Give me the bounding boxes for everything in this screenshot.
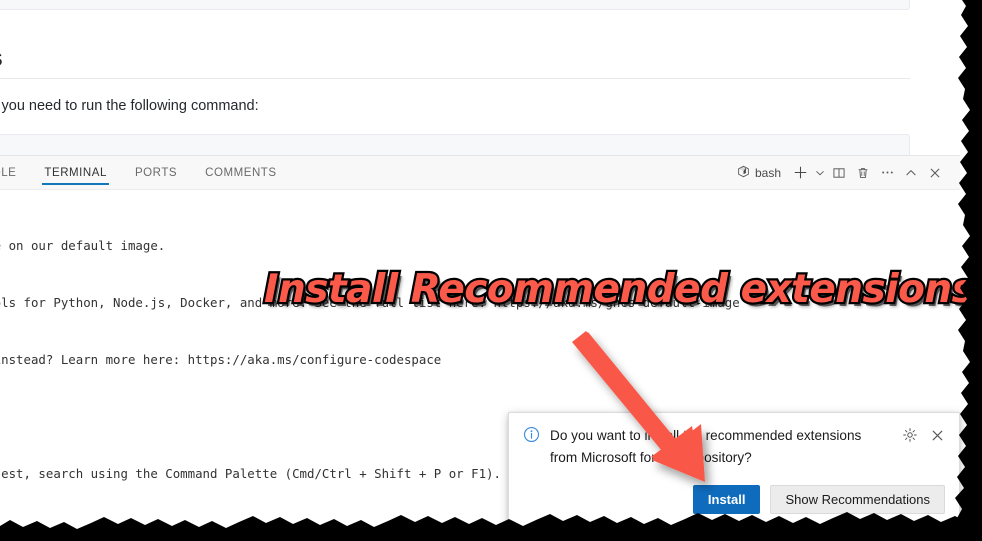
code-block-top: [0, 0, 910, 10]
split-terminal-button[interactable]: [828, 162, 850, 184]
code-block-bottom: [0, 134, 910, 155]
tab-comments[interactable]: COMMENTS: [191, 156, 290, 189]
panel-tab-list: BUG CONSOLE TERMINAL PORTS COMMENTS: [0, 156, 291, 189]
markdown-preview-pane: encies d-mail you need to run the follow…: [0, 0, 960, 155]
close-panel-button[interactable]: [924, 162, 946, 184]
show-recommendations-button[interactable]: Show Recommendations: [770, 485, 945, 514]
terminal-line: n image instead? Learn more here: https:…: [0, 352, 442, 367]
preview-divider: [0, 78, 910, 79]
panel-more-actions-button[interactable]: [876, 162, 898, 184]
notification-message: Do you want to install the recommended e…: [550, 428, 862, 465]
tab-debug-console[interactable]: BUG CONSOLE: [0, 156, 30, 189]
notification-tools: [902, 427, 945, 443]
active-terminal-label: bash: [754, 165, 781, 180]
notification-toast: Do you want to install the recommended e…: [508, 412, 960, 527]
active-terminal-chip[interactable]: bash: [731, 165, 787, 181]
info-icon: [523, 426, 540, 448]
panel-header: BUG CONSOLE TERMINAL PORTS COMMENTS bash: [0, 156, 960, 190]
terminal-line: ! You are on our default image.: [0, 238, 166, 253]
preview-paragraph: d-mail you need to run the following com…: [0, 98, 259, 114]
close-icon[interactable]: [930, 428, 945, 443]
tab-terminal[interactable]: TERMINAL: [30, 156, 121, 189]
panel-actions: bash: [731, 156, 960, 189]
notification-buttons: Install Show Recommendations: [523, 485, 945, 514]
preview-heading: encies: [0, 44, 3, 73]
terminal-profile-dropdown[interactable]: [813, 162, 826, 184]
notification-body: Do you want to install the recommended e…: [523, 425, 945, 469]
kill-terminal-button[interactable]: [852, 162, 874, 184]
gear-icon[interactable]: [902, 427, 918, 443]
maximize-panel-button[interactable]: [900, 162, 922, 184]
terminal-line: s and tools for Python, Node.js, Docker,…: [0, 295, 740, 310]
tab-ports[interactable]: PORTS: [121, 156, 191, 189]
screenshot-root: encies d-mail you need to run the follow…: [0, 0, 982, 541]
terminal-cube-icon: [737, 165, 750, 181]
new-terminal-button[interactable]: [789, 162, 811, 184]
install-button[interactable]: Install: [692, 485, 761, 514]
